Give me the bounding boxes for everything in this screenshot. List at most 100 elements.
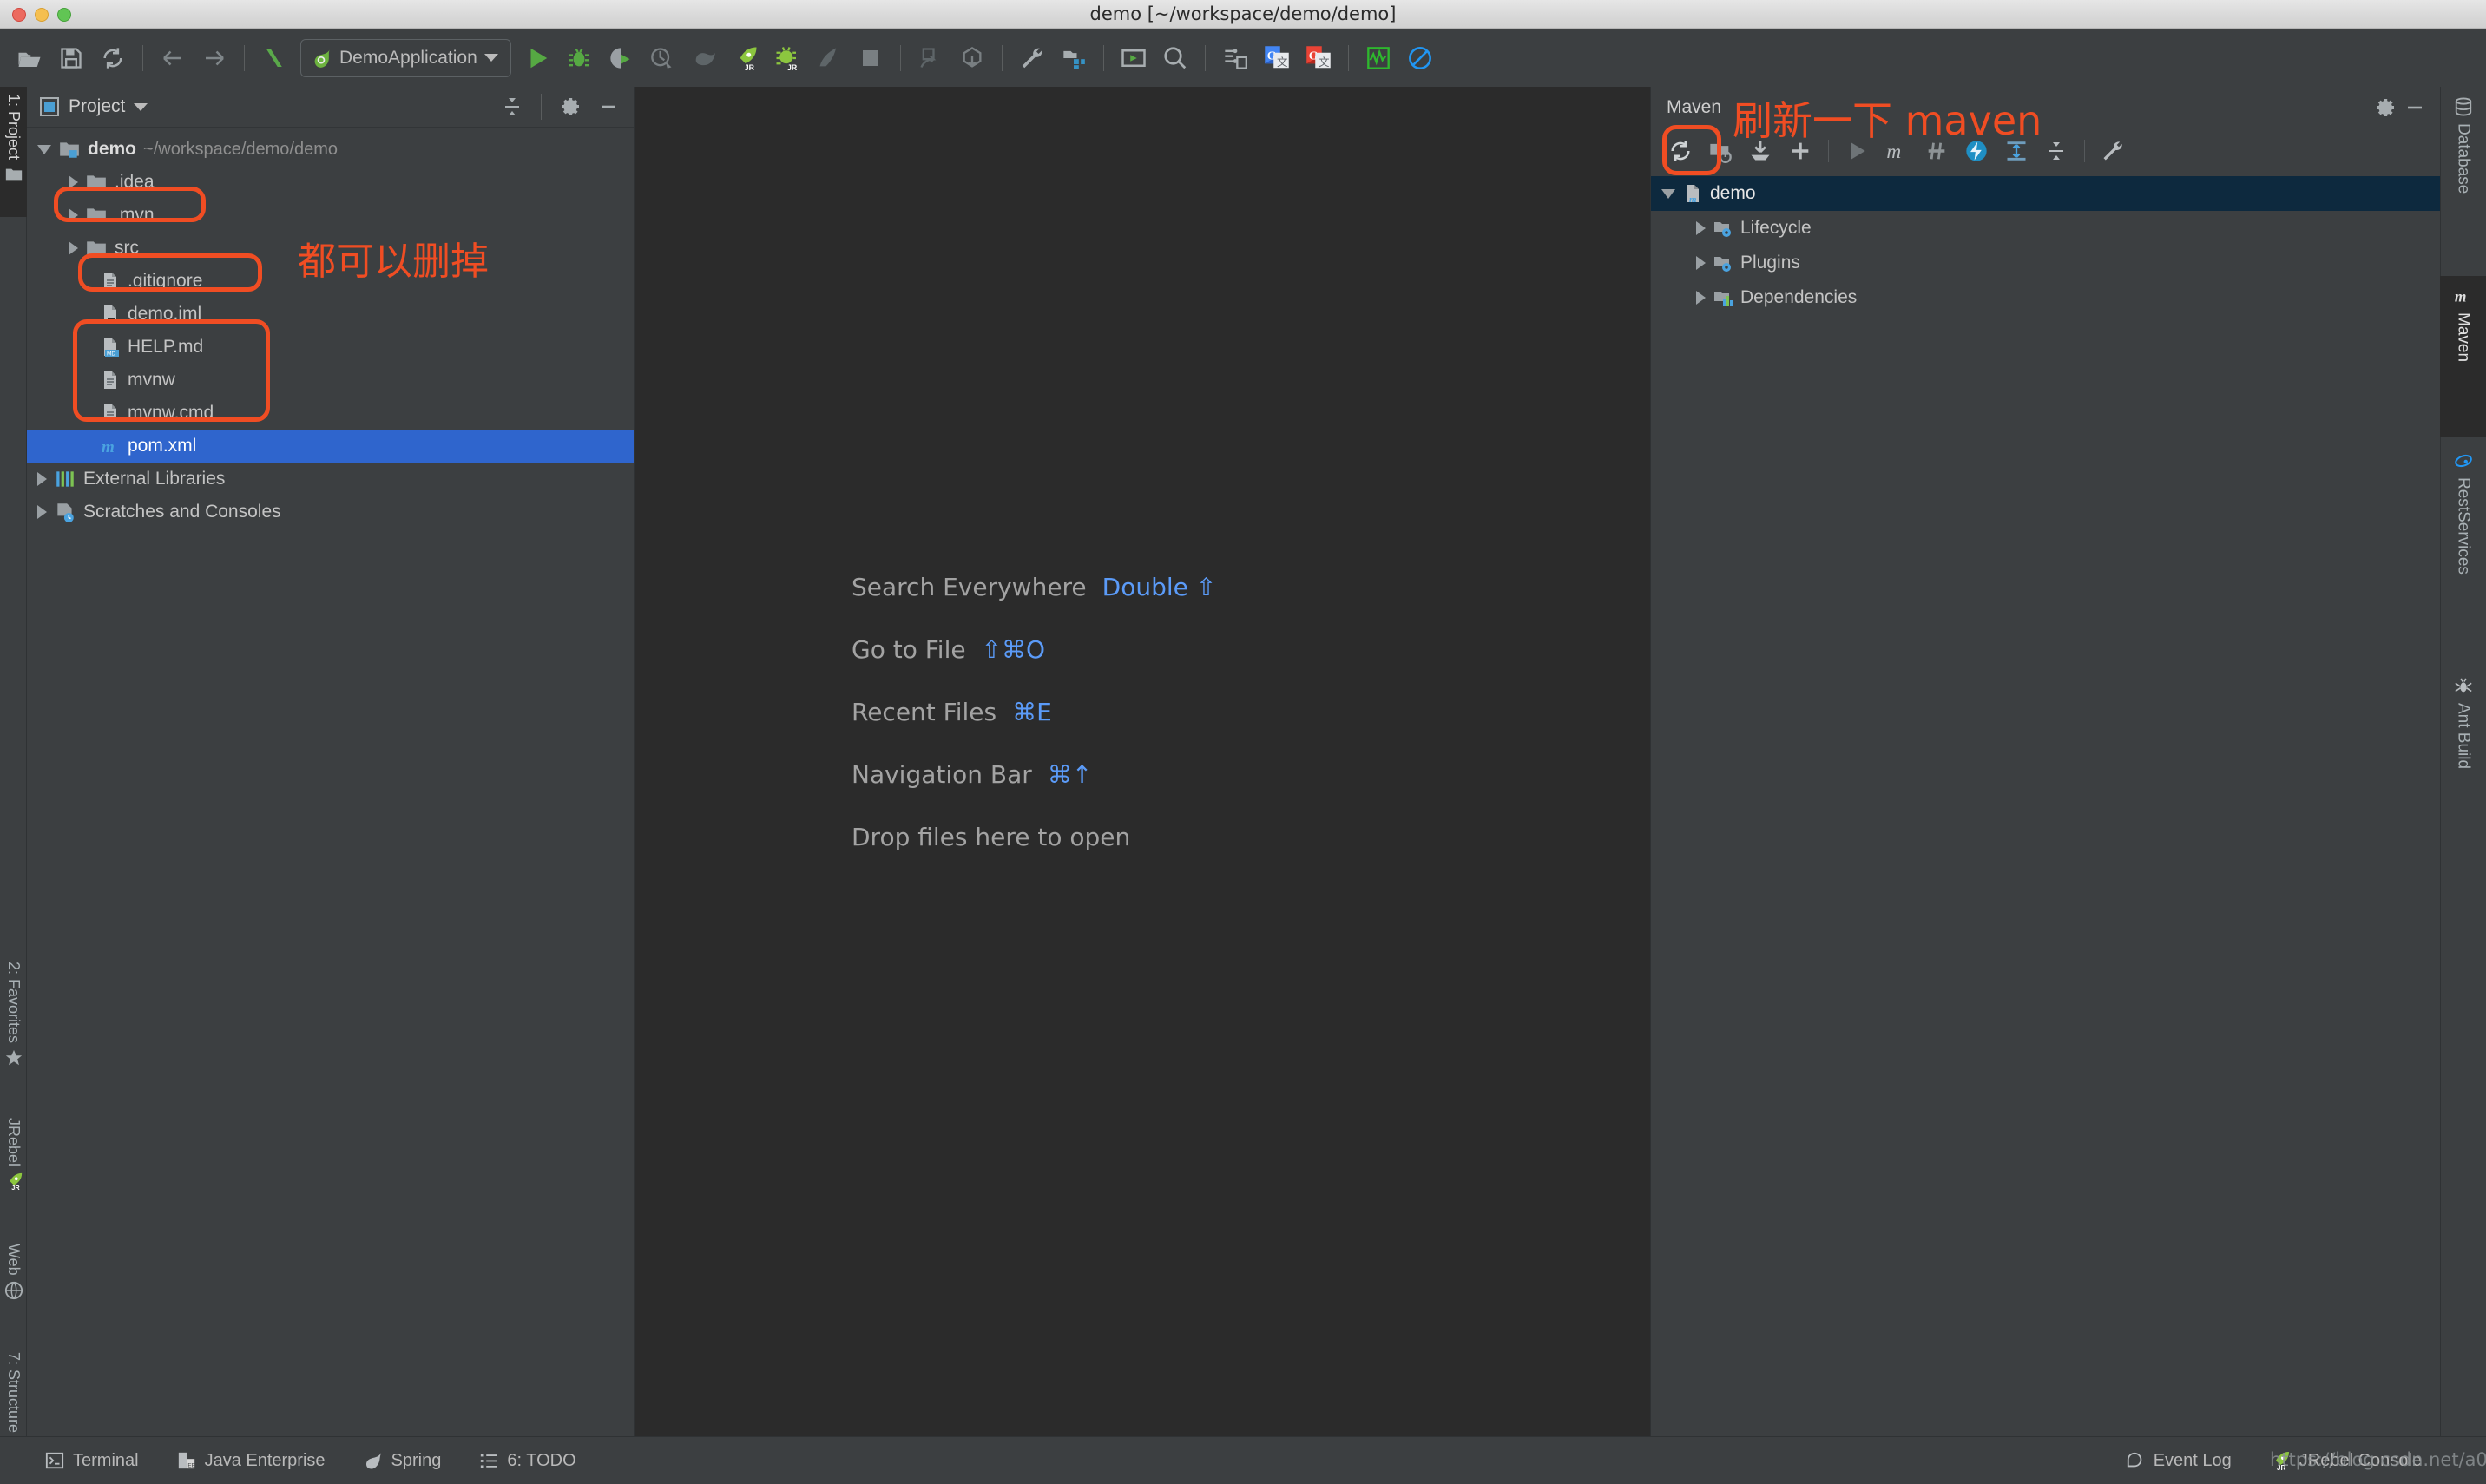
forward-arrow-icon[interactable] <box>194 37 235 79</box>
collapse-all-icon[interactable] <box>2037 132 2075 170</box>
open-folder-icon[interactable] <box>9 37 50 79</box>
status-item-java-enterprise[interactable]: EE Java Enterprise <box>177 1451 326 1471</box>
tree-row-demo[interactable]: demo ~/workspace/demo/demo <box>27 133 634 166</box>
chevron-down-icon[interactable] <box>134 102 148 111</box>
tree-label: mvnw.cmd <box>128 403 214 423</box>
tree-row-external-libraries[interactable]: External Libraries <box>27 463 634 496</box>
maven-row-dependencies[interactable]: Dependencies <box>1651 280 2440 315</box>
stop-icon[interactable] <box>850 37 891 79</box>
chevron-down-icon[interactable] <box>483 54 498 62</box>
chevron-right-icon[interactable] <box>1696 221 1706 235</box>
hint-shortcut: ⌘↑ <box>1047 759 1093 789</box>
status-item-event-log[interactable]: Event Log <box>2126 1451 2232 1471</box>
status-item-spring[interactable]: Spring <box>364 1451 441 1471</box>
maven-row-lifecycle[interactable]: Lifecycle <box>1651 211 2440 246</box>
profile-icon[interactable] <box>641 37 683 79</box>
svg-text:文: 文 <box>1319 55 1330 68</box>
reimport-refresh-icon[interactable] <box>1661 132 1700 170</box>
google-translate-blue-icon[interactable]: G文 <box>1256 37 1298 79</box>
collapse-all-icon[interactable] <box>497 92 527 121</box>
no-entry-icon[interactable] <box>1399 37 1441 79</box>
svg-text:MD: MD <box>107 351 115 358</box>
tree-row-mvnw[interactable]: mvnw <box>27 364 634 397</box>
chevron-down-icon[interactable] <box>37 144 51 154</box>
ant-icon <box>2454 677 2473 696</box>
search-icon[interactable] <box>1154 37 1196 79</box>
maven-row-plugins[interactable]: Plugins <box>1651 246 2440 280</box>
tree-row-demo-iml[interactable]: demo.iml <box>27 298 634 331</box>
gear-icon[interactable] <box>2371 93 2400 122</box>
toolbar-separator <box>1102 44 1104 71</box>
maven-pom-icon: m <box>100 436 121 456</box>
maven-panel-title: Maven <box>1667 96 1722 117</box>
status-item-terminal[interactable]: Terminal <box>45 1451 139 1471</box>
tree-label: .gitignore <box>128 271 203 291</box>
commit-icon[interactable] <box>951 37 993 79</box>
run-anything-icon[interactable] <box>1113 37 1154 79</box>
tree-row-help-md[interactable]: MD HELP.md <box>27 331 634 364</box>
svg-text:JR: JR <box>745 62 755 70</box>
run-with-coverage-icon[interactable] <box>600 37 641 79</box>
tree-row-mvn[interactable]: .mvn <box>27 199 634 232</box>
folder-icon <box>85 237 108 259</box>
tree-row-idea[interactable]: .idea <box>27 166 634 199</box>
project-structure-icon[interactable] <box>1053 37 1095 79</box>
sidebar-item-favorites[interactable]: 2: Favorites <box>0 955 27 1102</box>
chevron-down-icon[interactable] <box>1661 188 1675 199</box>
status-bar: Terminal EE Java Enterprise Spring 6: TO… <box>0 1436 2486 1484</box>
chevron-right-icon[interactable] <box>1696 291 1706 305</box>
monitor-graph-icon[interactable] <box>1358 37 1399 79</box>
attach-icon[interactable] <box>683 37 725 79</box>
dependencies-icon <box>1713 287 1733 308</box>
google-translate-red-icon[interactable]: G文 <box>1298 37 1339 79</box>
run-icon[interactable] <box>516 37 558 79</box>
chevron-right-icon[interactable] <box>69 208 78 222</box>
folder-icon <box>85 171 108 194</box>
sidebar-item-web[interactable]: Web <box>0 1237 27 1336</box>
editor-empty-area[interactable]: Search Everywhere Double ⇧ Go to File ⇧⌘… <box>635 87 1650 1436</box>
database-save-icon[interactable] <box>1214 37 1256 79</box>
jump-to-source-icon[interactable] <box>253 37 295 79</box>
stop-build-icon[interactable] <box>808 37 850 79</box>
external-libraries-icon <box>54 468 76 490</box>
jrebel-run-icon[interactable]: JR <box>725 37 766 79</box>
maven-row-demo[interactable]: m demo <box>1651 176 2440 211</box>
update-project-icon[interactable] <box>910 37 951 79</box>
chevron-right-icon[interactable] <box>37 505 47 519</box>
sidebar-item-ant-build[interactable]: Ant Build <box>2440 666 2486 844</box>
jrebel-debug-icon[interactable]: JR <box>766 37 808 79</box>
debug-icon[interactable] <box>558 37 600 79</box>
maven-settings-wrench-icon[interactable] <box>2094 132 2132 170</box>
gear-icon[interactable] <box>556 92 585 121</box>
tree-label: .idea <box>115 172 155 192</box>
maven-tree-label: Lifecycle <box>1740 218 1812 238</box>
event-log-icon <box>2126 1451 2145 1470</box>
save-all-icon[interactable] <box>50 37 92 79</box>
hide-icon[interactable] <box>2400 93 2430 122</box>
chevron-right-icon[interactable] <box>37 472 47 486</box>
hide-icon[interactable] <box>594 92 623 121</box>
tree-row-pom-xml[interactable]: m pom.xml <box>27 430 634 463</box>
tree-row-mvnw-cmd[interactable]: mvnw.cmd <box>27 397 634 430</box>
sidebar-item-database[interactable]: Database <box>2440 87 2486 273</box>
project-window-icon <box>39 96 60 117</box>
hint-drop-files: Drop files here to open <box>852 805 1216 868</box>
sidebar-item-maven[interactable]: m Maven <box>2440 276 2486 437</box>
back-arrow-icon[interactable] <box>152 37 194 79</box>
module-folder-icon <box>58 138 81 161</box>
chevron-right-icon[interactable] <box>1696 256 1706 270</box>
sidebar-item-restservices[interactable]: RestServices <box>2440 441 2486 662</box>
sync-refresh-icon[interactable] <box>92 37 134 79</box>
svg-text:JR: JR <box>787 62 798 70</box>
settings-wrench-icon[interactable] <box>1011 37 1053 79</box>
panel-separator <box>541 94 542 120</box>
tree-label: src <box>115 238 139 258</box>
sidebar-item-jrebel[interactable]: JRebel JR <box>0 1111 27 1228</box>
sidebar-item-project[interactable]: 1: Project <box>0 87 27 217</box>
tree-label: External Libraries <box>83 469 226 489</box>
run-configuration-selector[interactable]: DemoApplication <box>300 38 511 77</box>
status-item-todo[interactable]: 6: TODO <box>479 1451 576 1471</box>
chevron-right-icon[interactable] <box>69 241 78 255</box>
tree-row-scratches-consoles[interactable]: Scratches and Consoles <box>27 496 634 529</box>
chevron-right-icon[interactable] <box>69 175 78 189</box>
